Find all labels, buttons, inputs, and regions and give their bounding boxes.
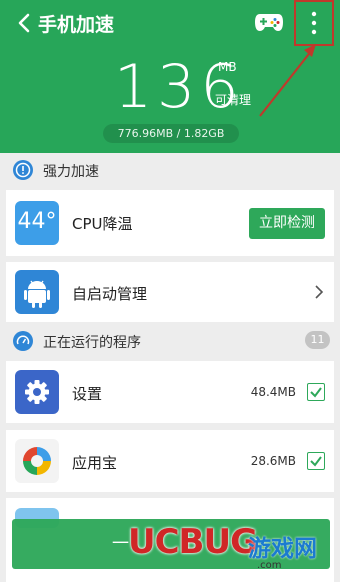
more-vertical-icon[interactable]: [310, 10, 318, 36]
page-title: 手机加速: [38, 14, 115, 36]
running-section-header: 正在运行的程序 11: [0, 326, 340, 356]
list-item[interactable]: 设置 48.4MB: [6, 361, 334, 423]
autostart-label: 自启动管理: [72, 285, 148, 303]
app-store-icon: [15, 439, 59, 483]
watermark-site: 游戏网: [248, 536, 317, 562]
checkbox[interactable]: [307, 383, 325, 401]
watermark-url: .com: [257, 560, 282, 571]
app-name: 应用宝: [72, 454, 118, 472]
back-arrow-icon[interactable]: [14, 12, 36, 34]
gamepad-icon[interactable]: [254, 10, 284, 34]
autostart-card[interactable]: 自启动管理: [6, 262, 334, 322]
app-size: 48.4MB: [250, 385, 296, 399]
app-size: 28.6MB: [250, 454, 296, 468]
list-item[interactable]: 应用宝 28.6MB: [6, 430, 334, 492]
detect-now-button[interactable]: 立即检测: [249, 208, 325, 239]
annotation-arrow: [259, 44, 316, 117]
thermometer-icon: 44°: [15, 201, 59, 245]
boost-section-header: 强力加速: [0, 155, 340, 185]
cpu-cool-label: CPU降温: [72, 215, 133, 233]
settings-gear-icon: [15, 370, 59, 414]
boost-section-label: 强力加速: [43, 164, 99, 180]
running-section-label: 正在运行的程序: [43, 335, 141, 351]
running-count-badge: 11: [305, 331, 330, 349]
speedometer-icon: [13, 331, 33, 351]
chevron-right-icon: [315, 285, 324, 299]
cleanable-label: 可清理: [215, 93, 252, 107]
phone-screen: 手机加速 136 MB 可清理 776.96MB / 1.82GB 强力加速 4…: [0, 0, 340, 582]
app-name: 设置: [72, 385, 103, 403]
android-icon: [15, 270, 59, 314]
checkbox[interactable]: [307, 452, 325, 470]
cpu-cool-card[interactable]: 44° CPU降温 立即检测: [6, 190, 334, 256]
memory-unit: MB: [218, 60, 237, 74]
header: 手机加速 136 MB 可清理 776.96MB / 1.82GB: [0, 0, 340, 153]
cpu-temp: 44°: [17, 209, 57, 234]
alert-icon: [13, 160, 33, 180]
memory-usage: 776.96MB / 1.82GB: [103, 124, 239, 143]
watermark-logo: UCBUG: [128, 522, 258, 562]
